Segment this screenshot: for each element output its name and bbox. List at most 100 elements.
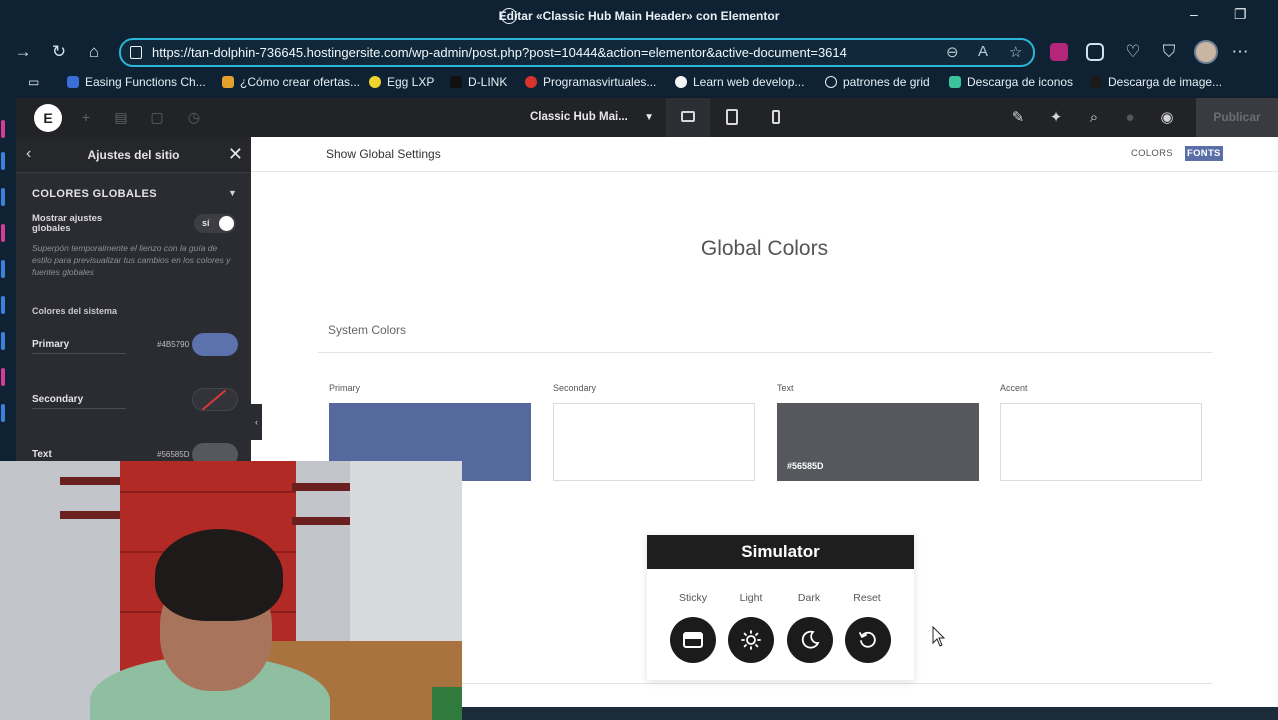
dark-label: Dark (797, 592, 821, 604)
read-aloud-icon[interactable]: A (978, 43, 988, 60)
bookmark-item[interactable]: ¿Cómo crear ofertas... (222, 75, 360, 89)
maximize-button[interactable]: ❐ (1234, 6, 1250, 24)
color-row-secondary[interactable]: Secondary (32, 388, 238, 414)
caret-down-icon[interactable]: ▼ (228, 188, 237, 198)
site-settings-icon[interactable]: ✎ (1008, 108, 1028, 128)
reading-list-icon[interactable]: ▭ (28, 75, 39, 89)
color-card-accent (1000, 403, 1202, 481)
close-icon[interactable]: ✕ (228, 144, 243, 165)
light-button[interactable] (728, 617, 774, 663)
notifications-icon[interactable]: ✦ (1046, 108, 1066, 128)
address-bar[interactable]: https://tan-dolphin-736645.hostingersite… (119, 38, 1035, 67)
no-color-slash (201, 389, 227, 410)
simulator-title: Simulator (647, 535, 914, 569)
structure-icon[interactable]: ▤ (113, 109, 129, 125)
window-title: Editar «Classic Hub Main Header» con Ele… (498, 9, 780, 23)
add-element-icon[interactable]: + (78, 109, 94, 125)
desktop-view-button[interactable] (666, 98, 710, 137)
side-strip (0, 96, 16, 461)
extension-icon[interactable] (1050, 43, 1068, 61)
bookmark-item[interactable]: Descarga de iconos (949, 75, 1073, 89)
webcam-shelf (60, 477, 120, 485)
more-menu-icon[interactable]: ⋯ (1229, 41, 1251, 63)
webcam-shelf (292, 483, 350, 491)
simulator-widget: Simulator Sticky Light Dark Reset (647, 535, 914, 680)
bookmark-item[interactable]: Programasvirtuales... (525, 75, 656, 89)
chevron-down-icon: ▼ (644, 112, 654, 123)
card-hex: #56585D (787, 461, 824, 471)
show-global-settings-toggle[interactable]: sí (194, 214, 236, 233)
bookmark-favicon (67, 76, 79, 88)
document-selector[interactable]: Classic Hub Mai... ▼ (516, 98, 656, 137)
extensions-puzzle-icon[interactable] (1086, 43, 1104, 61)
reset-icon (859, 631, 876, 648)
bookmark-item[interactable]: patrones de grid (825, 75, 930, 89)
panel-collapse-handle[interactable]: ‹ (251, 404, 262, 440)
sticky-button[interactable] (670, 617, 716, 663)
bookmark-label: Easing Functions Ch... (85, 75, 206, 89)
strip-marker (1, 224, 5, 242)
search-icon[interactable]: ⌕ (1084, 108, 1104, 128)
desktop-icon (681, 111, 695, 122)
favorite-star-icon[interactable]: ☆ (1009, 43, 1022, 61)
bookmark-item[interactable]: Learn web develop... (675, 75, 804, 89)
color-row-text[interactable]: Text #56585D (32, 443, 238, 461)
browser-nav-row: → ↻ ⌂ https://tan-dolphin-736645.hosting… (0, 34, 1278, 70)
forward-icon[interactable]: → (12, 41, 34, 63)
color-row-primary[interactable]: Primary #4B5790 (32, 333, 238, 359)
bookmark-favicon (525, 76, 537, 88)
section-title[interactable]: COLORES GLOBALES (32, 188, 157, 200)
toggle-description: Superpón temporalmente el lienzo con la … (32, 243, 231, 277)
shield-icon[interactable]: ⛉ (1158, 41, 1180, 63)
publish-button[interactable]: Publicar (1196, 98, 1278, 137)
mouse-cursor-icon (932, 626, 946, 647)
preview-eye-icon[interactable]: ◉ (1157, 108, 1177, 128)
history-icon[interactable]: ◷ (186, 109, 202, 125)
url-text[interactable]: https://tan-dolphin-736645.hostingersite… (152, 45, 847, 60)
bookmark-label: Egg LXP (387, 75, 435, 89)
fonts-link[interactable]: FONTS (1185, 146, 1223, 161)
strip-marker (1, 296, 5, 314)
strip-marker (1, 368, 5, 386)
bookmark-favicon (1090, 76, 1102, 88)
webcam-person-hair (155, 529, 283, 621)
elementor-logo-button[interactable]: E (34, 104, 62, 132)
divider (318, 352, 1212, 353)
bookmark-item[interactable]: Descarga de image... (1090, 75, 1222, 89)
zoom-icon[interactable]: ⊖ (946, 43, 959, 61)
dark-button[interactable] (787, 617, 833, 663)
strip-marker (1, 260, 5, 278)
bookmark-favicon (450, 76, 462, 88)
lock-icon (130, 46, 142, 59)
bookmarks-bar: ▭ Easing Functions Ch... ¿Cómo crear ofe… (0, 70, 1278, 96)
mobile-view-button[interactable] (754, 98, 798, 137)
strip-marker (1, 332, 5, 350)
notes-icon[interactable]: ▢ (149, 109, 165, 125)
color-swatch[interactable] (192, 443, 238, 461)
sticky-label: Sticky (678, 592, 707, 604)
help-icon[interactable]: ● (1120, 108, 1140, 128)
webcam-shelf (60, 511, 120, 519)
webcam-can (432, 687, 462, 720)
profile-avatar[interactable] (1194, 40, 1218, 64)
bookmark-item[interactable]: Easing Functions Ch... (67, 75, 206, 89)
colors-link[interactable]: COLORS (1131, 148, 1173, 159)
empty-color-swatch[interactable] (192, 388, 238, 411)
bookmark-item[interactable]: Egg LXP (369, 75, 434, 89)
bookmark-item[interactable]: D-LINK (450, 75, 507, 89)
reset-button[interactable] (845, 617, 891, 663)
system-colors-heading: System Colors (328, 323, 407, 337)
global-colors-title: Global Colors (700, 237, 829, 260)
color-swatch[interactable] (192, 333, 238, 356)
strip-marker (1, 404, 5, 422)
reload-icon[interactable]: ↻ (48, 41, 70, 63)
home-icon[interactable]: ⌂ (83, 41, 105, 63)
minimize-button[interactable]: – (1190, 6, 1206, 24)
tablet-view-button[interactable] (710, 98, 754, 137)
bookmark-label: Descarga de iconos (967, 75, 1074, 89)
card-label-primary: Primary (329, 383, 360, 393)
bookmark-label: patrones de grid (843, 75, 930, 89)
health-icon[interactable]: ♡ (1122, 41, 1144, 63)
color-name: Text (32, 449, 52, 460)
bookmark-label: D-LINK (468, 75, 508, 89)
